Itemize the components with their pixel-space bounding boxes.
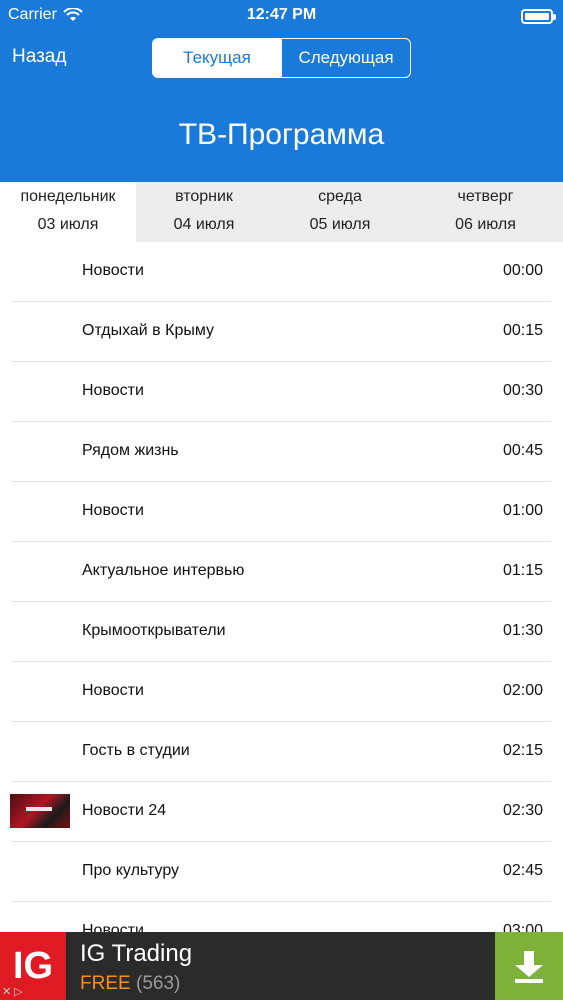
day-name: вторник	[175, 188, 233, 205]
table-row[interactable]: Про культуру 02:45	[12, 842, 551, 902]
day-date: 06 июля	[455, 216, 516, 233]
ad-title[interactable]: IG Trading	[80, 940, 192, 968]
table-row[interactable]: Новости 00:00	[12, 242, 551, 302]
day-date: 04 июля	[173, 216, 235, 233]
program-title: Новости 24	[82, 802, 167, 819]
program-time: 03:00	[502, 922, 543, 932]
ad-price: FREE	[80, 973, 131, 994]
program-time: 01:15	[502, 562, 543, 579]
table-row[interactable]: Крымооткрыватели 01:30	[12, 602, 551, 662]
download-icon	[515, 951, 543, 983]
program-time: 00:30	[502, 382, 543, 399]
program-time: 01:30	[502, 622, 543, 639]
table-row[interactable]: Новости 01:00	[12, 482, 551, 542]
ad-banner[interactable]: IG ✕ ▷ IG Trading FREE (563)	[0, 932, 563, 1000]
day-tab-monday[interactable]: понедельник 03 июля	[0, 182, 136, 242]
segment-next[interactable]: Следующая	[281, 39, 410, 77]
program-time: 02:45	[502, 862, 543, 879]
day-name: среда	[318, 188, 362, 205]
day-tabs: понедельник 03 июля вторник 04 июля сред…	[0, 182, 563, 242]
program-time: 00:00	[502, 262, 543, 279]
ad-rating-count: (563)	[136, 973, 181, 994]
table-row[interactable]: Рядом жизнь 00:45	[12, 422, 551, 482]
program-title: Про культуру	[82, 862, 180, 879]
program-title: Актуальное интервью	[82, 562, 245, 579]
table-row[interactable]: Отдыхай в Крыму 00:15	[12, 302, 551, 362]
table-row[interactable]: Новости 24 02:30	[10, 782, 551, 842]
download-button[interactable]	[495, 932, 563, 1000]
program-title: Новости	[82, 262, 144, 279]
program-title: Новости	[82, 922, 144, 932]
program-title: Отдыхай в Крыму	[82, 322, 215, 339]
schedule-list[interactable]: Новости 00:00 Отдыхай в Крыму 00:15 Ново…	[0, 242, 563, 932]
program-time: 00:15	[502, 322, 543, 339]
battery-icon	[521, 9, 556, 24]
table-row[interactable]: Гость в студии 02:15	[12, 722, 551, 782]
day-name: понедельник	[20, 188, 116, 205]
program-time: 02:30	[502, 802, 543, 819]
day-date: 05 июля	[309, 216, 371, 233]
table-row[interactable]: Актуальное интервью 01:15	[12, 542, 551, 602]
day-date: 03 июля	[37, 216, 99, 233]
day-tab-wednesday[interactable]: среда 05 июля	[272, 182, 408, 242]
day-tab-tuesday[interactable]: вторник 04 июля	[136, 182, 272, 242]
back-button[interactable]: Назад	[12, 46, 66, 68]
status-bar: Carrier 12:47 PM	[0, 0, 563, 32]
table-row[interactable]: Новости 02:00	[12, 662, 551, 722]
program-time: 00:45	[502, 442, 543, 459]
ad-logo[interactable]: IG ✕ ▷	[0, 932, 66, 1000]
day-tab-thursday[interactable]: четверг 06 июля	[408, 182, 563, 242]
table-row[interactable]: Новости 03:00	[12, 902, 551, 932]
program-title: Гость в студии	[82, 742, 190, 759]
program-title: Новости	[82, 682, 144, 699]
page-title: ТВ-Программа	[178, 118, 385, 151]
program-thumbnail	[10, 794, 70, 828]
program-time: 02:15	[502, 742, 543, 759]
header: Carrier 12:47 PM Назад Текущая Следующая…	[0, 0, 563, 182]
day-name: четверг	[457, 188, 514, 205]
program-time: 02:00	[502, 682, 543, 699]
program-title: Новости	[82, 382, 144, 399]
ad-logo-text: IG	[12, 944, 54, 987]
ad-close-icon[interactable]: ✕ ▷	[2, 985, 23, 998]
table-row[interactable]: Новости 00:30	[12, 362, 551, 422]
program-time: 01:00	[502, 502, 543, 519]
status-time: 12:47 PM	[246, 6, 317, 23]
segment-current[interactable]: Текущая	[153, 39, 281, 77]
program-title: Крымооткрыватели	[82, 622, 226, 639]
program-title: Новости	[82, 502, 144, 519]
program-title: Рядом жизнь	[82, 442, 179, 459]
segmented-control: Текущая Следующая	[152, 38, 411, 78]
